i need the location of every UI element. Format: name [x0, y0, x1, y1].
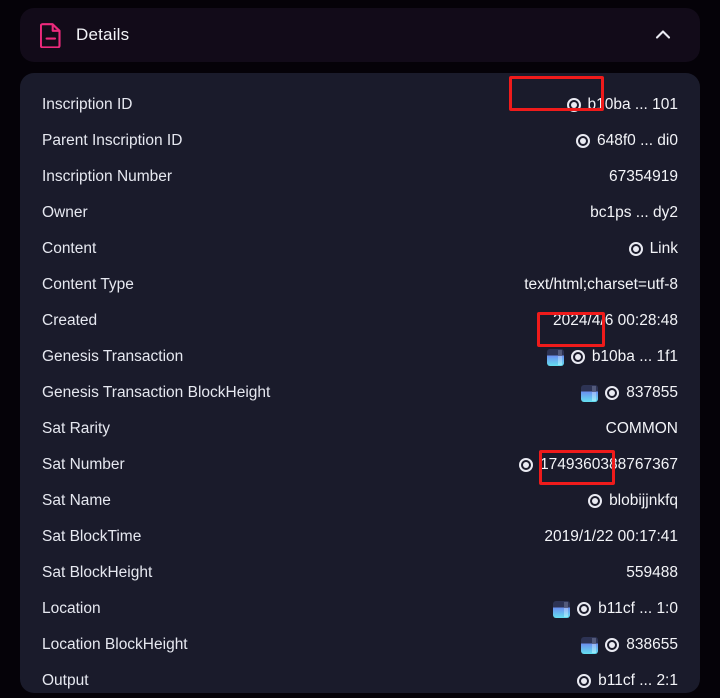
detail-row-value: COMMON — [606, 420, 678, 438]
detail-row-value: 67354919 — [609, 168, 678, 186]
detail-row-value-text: 648f0 ... di0 — [597, 132, 678, 150]
detail-row-value-text: 559488 — [626, 564, 678, 582]
detail-row-value: 2024/4/6 00:28:48 — [553, 312, 678, 330]
chevron-up-icon[interactable] — [648, 20, 678, 50]
detail-row-value-text: 838655 — [626, 636, 678, 654]
detail-row: Content Type text/html;charset=utf-8 — [42, 267, 678, 303]
detail-row-label: Sat Name — [42, 492, 111, 510]
ordinals-ring-icon[interactable] — [577, 674, 591, 688]
detail-row-label: Sat BlockHeight — [42, 564, 152, 582]
detail-row-value-text: blobijjnkfq — [609, 492, 678, 510]
detail-row: Location BlockHeight 838655 — [42, 627, 678, 663]
details-panel: Details Inscription ID b10ba ... 101 Paren… — [0, 0, 720, 698]
mempool-block-icon[interactable] — [581, 637, 598, 654]
detail-row: Genesis Transaction BlockHeight 837855 — [42, 375, 678, 411]
detail-row-value-text: bc1ps ... dy2 — [590, 204, 678, 222]
detail-row-label: Genesis Transaction — [42, 348, 183, 366]
page-title: Details — [76, 25, 129, 45]
ordinals-ring-icon[interactable] — [577, 602, 591, 616]
detail-row-value[interactable]: Link — [629, 240, 678, 258]
ordinals-ring-icon[interactable] — [567, 98, 581, 112]
detail-row-value[interactable]: 1749360388767367 — [519, 456, 678, 474]
detail-row-value-text: b11cf ... 1:0 — [598, 600, 678, 618]
detail-row-label: Parent Inscription ID — [42, 132, 182, 150]
detail-row-value-text: Link — [650, 240, 678, 258]
detail-row-value[interactable]: 838655 — [581, 636, 678, 654]
detail-row-label: Genesis Transaction BlockHeight — [42, 384, 270, 402]
detail-row-label: Inscription Number — [42, 168, 172, 186]
detail-row: Output b11cf ... 2:1 — [42, 663, 678, 698]
detail-row-label: Sat Rarity — [42, 420, 110, 438]
detail-row: Sat Number 1749360388767367 — [42, 447, 678, 483]
detail-row-value-text: b10ba ... 1f1 — [592, 348, 678, 366]
document-minus-icon — [40, 22, 62, 48]
ordinals-ring-icon[interactable] — [588, 494, 602, 508]
detail-row-value: bc1ps ... dy2 — [590, 204, 678, 222]
detail-row-value: 2019/1/22 00:17:41 — [544, 528, 678, 546]
details-rows-container: Inscription ID b10ba ... 101 Parent Inscri… — [20, 73, 700, 693]
ordinals-ring-icon[interactable] — [605, 386, 619, 400]
detail-row-label: Location — [42, 600, 101, 618]
detail-row-value-text: 67354919 — [609, 168, 678, 186]
detail-row: Inscription Number 67354919 — [42, 159, 678, 195]
detail-row-label: Created — [42, 312, 97, 330]
detail-row: Sat BlockHeight 559488 — [42, 555, 678, 591]
ordinals-ring-icon[interactable] — [605, 638, 619, 652]
detail-row: Sat Name blobijjnkfq — [42, 483, 678, 519]
detail-row-value[interactable]: b11cf ... 1:0 — [553, 600, 678, 618]
detail-row-value-text: 2019/1/22 00:17:41 — [544, 528, 678, 546]
detail-row-value: 559488 — [626, 564, 678, 582]
detail-row: Created 2024/4/6 00:28:48 — [42, 303, 678, 339]
detail-row-label: Output — [42, 672, 89, 690]
detail-row: Sat Rarity COMMON — [42, 411, 678, 447]
detail-row-value-text: 837855 — [626, 384, 678, 402]
detail-row-label: Content — [42, 240, 96, 258]
detail-row-value[interactable]: b10ba ... 1f1 — [547, 348, 678, 366]
detail-row-value[interactable]: 648f0 ... di0 — [576, 132, 678, 150]
detail-row-label: Owner — [42, 204, 88, 222]
detail-row-value[interactable]: 837855 — [581, 384, 678, 402]
detail-row-value-text: b10ba ... 101 — [588, 96, 679, 114]
detail-row-value[interactable]: b10ba ... 101 — [567, 96, 679, 114]
detail-row-label: Inscription ID — [42, 96, 132, 114]
detail-row-value[interactable]: blobijjnkfq — [588, 492, 678, 510]
detail-row-value-text: text/html;charset=utf-8 — [524, 276, 678, 294]
detail-row: Genesis Transaction b10ba ... 1f1 — [42, 339, 678, 375]
ordinals-ring-icon[interactable] — [519, 458, 533, 472]
mempool-block-icon[interactable] — [581, 385, 598, 402]
detail-row-label: Sat Number — [42, 456, 125, 474]
detail-row-value-text: b11cf ... 2:1 — [598, 672, 678, 690]
detail-row: Sat BlockTime 2019/1/22 00:17:41 — [42, 519, 678, 555]
ordinals-ring-icon[interactable] — [571, 350, 585, 364]
detail-row-value-text: 2024/4/6 00:28:48 — [553, 312, 678, 330]
detail-row: Content Link — [42, 231, 678, 267]
detail-row-label: Location BlockHeight — [42, 636, 188, 654]
mempool-block-icon[interactable] — [553, 601, 570, 618]
detail-row: Owner bc1ps ... dy2 — [42, 195, 678, 231]
detail-row: Parent Inscription ID 648f0 ... di0 — [42, 123, 678, 159]
detail-row-value[interactable]: b11cf ... 2:1 — [577, 672, 678, 690]
detail-row-label: Sat BlockTime — [42, 528, 141, 546]
mempool-block-icon[interactable] — [547, 349, 564, 366]
ordinals-ring-icon[interactable] — [629, 242, 643, 256]
details-header-left: Details — [40, 22, 648, 48]
detail-row: Inscription ID b10ba ... 101 — [42, 87, 678, 123]
detail-row-value-text: COMMON — [606, 420, 678, 438]
detail-row-label: Content Type — [42, 276, 134, 294]
details-header[interactable]: Details — [20, 8, 700, 62]
detail-row-value-text: 1749360388767367 — [540, 456, 678, 474]
detail-row-value: text/html;charset=utf-8 — [524, 276, 678, 294]
detail-row: Location b11cf ... 1:0 — [42, 591, 678, 627]
ordinals-ring-icon[interactable] — [576, 134, 590, 148]
